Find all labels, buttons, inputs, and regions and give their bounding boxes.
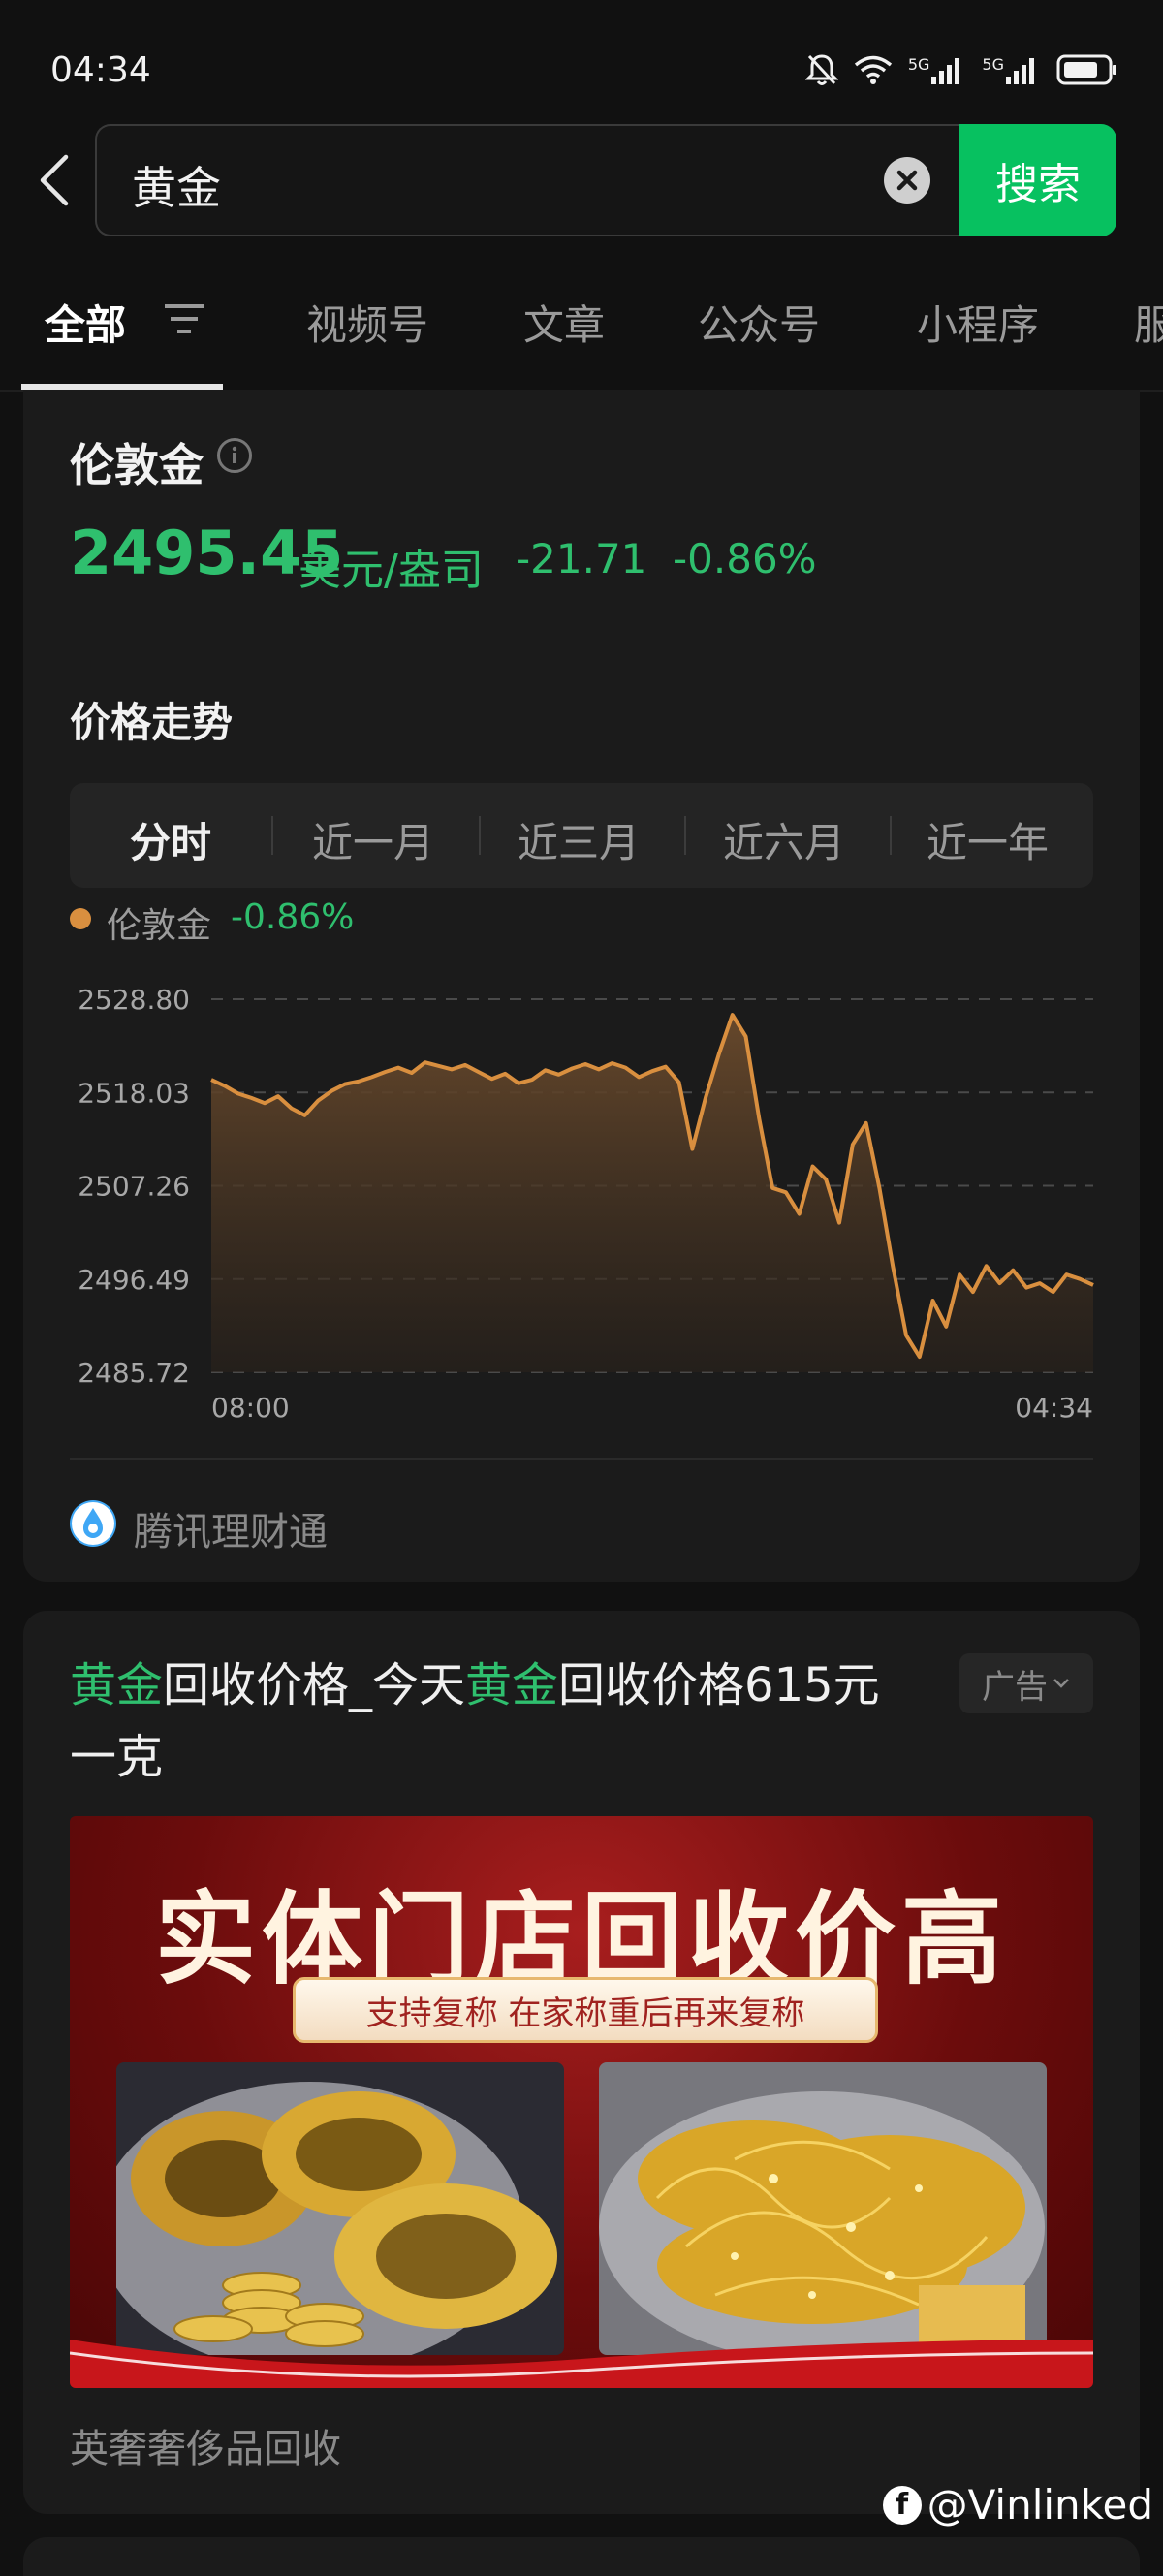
source-divider	[70, 1458, 1093, 1460]
filter-button[interactable]	[163, 302, 205, 341]
bell-off-icon	[804, 54, 838, 85]
ad-ribbon-decoration	[70, 2340, 1093, 2388]
chart-y-tick-label: 2485.72	[78, 1357, 190, 1389]
search-query[interactable]: 黄金	[132, 153, 221, 217]
range-1-month[interactable]: 近一月	[312, 810, 434, 869]
search-input[interactable]	[95, 124, 959, 236]
ad-image-subbanner: 支持复称 在家称重后再来复称	[293, 1977, 878, 2043]
price-change: -21.71	[516, 535, 647, 582]
ad-title[interactable]: 黄金回收价格_今天黄金回收价格615元一克	[70, 1649, 923, 1793]
range-6-months[interactable]: 近六月	[723, 810, 845, 869]
legend-dot	[70, 908, 91, 929]
ad-advertiser[interactable]: 英奢奢侈品回收	[70, 2417, 341, 2473]
trend-title: 价格走势	[70, 699, 234, 746]
close-icon	[896, 170, 918, 191]
tab-official-accounts[interactable]: 公众号	[698, 293, 820, 352]
ad-badge-label: 广告	[982, 1667, 1048, 1707]
chart-x-tick-label: 08:00	[211, 1392, 290, 1424]
tab-mini-programs[interactable]: 小程序	[917, 293, 1039, 352]
tab-video[interactable]: 视频号	[306, 293, 428, 352]
next-result-card[interactable]	[23, 2537, 1140, 2576]
facebook-icon: f	[882, 2485, 922, 2525]
wifi-icon	[854, 55, 892, 84]
ad-badge[interactable]: 广告	[959, 1653, 1093, 1713]
range-separator	[890, 816, 892, 855]
chart-x-tick-label: 04:34	[1015, 1392, 1093, 1424]
gold-jewelry-photo	[599, 2062, 1047, 2355]
tab-all[interactable]: 全部	[45, 293, 126, 352]
watermark: f @Vinlinked	[882, 2481, 1153, 2529]
price-unit: 美元/盎司	[299, 546, 484, 595]
range-separator	[479, 816, 481, 855]
price-chart[interactable]: 2528.80 2518.03 2507.26 2496.49 2485.72 08:0…	[0, 959, 1163, 1434]
signal-5g-icon: 5G	[982, 55, 1041, 84]
filter-icon	[165, 304, 204, 333]
legend-name: 伦敦金	[107, 906, 212, 946]
tencent-wealth-logo-icon	[70, 1500, 116, 1547]
chevron-left-icon	[40, 154, 69, 206]
range-1-year[interactable]: 近一年	[927, 810, 1049, 869]
ad-image[interactable]: 实体门店回收价高 支持复称 在家称重后再来复称	[70, 1816, 1093, 2388]
gold-bangles-photo	[116, 2062, 564, 2355]
clear-search-button[interactable]	[884, 157, 930, 204]
watermark-text: @Vinlinked	[927, 2481, 1153, 2529]
battery-icon	[1056, 54, 1116, 85]
chevron-down-icon	[1053, 1679, 1069, 1688]
back-button[interactable]	[33, 153, 79, 207]
ad-title-highlight: 黄金	[70, 1658, 164, 1712]
signal-5g-label: 5G	[907, 55, 930, 74]
chart-area-fill	[211, 1015, 1093, 1372]
gold-name: 伦敦金	[70, 439, 204, 491]
signal-5g-icon: 5G	[908, 55, 967, 84]
range-separator	[684, 816, 686, 855]
range-3-months[interactable]: 近三月	[518, 810, 640, 869]
status-icons: 5G 5G	[804, 52, 1118, 87]
tab-articles[interactable]: 文章	[523, 293, 605, 352]
data-source[interactable]: 腾讯理财通	[134, 1500, 328, 1556]
ad-title-highlight: 黄金	[465, 1658, 559, 1712]
range-intraday[interactable]: 分时	[130, 810, 211, 869]
status-time: 04:34	[50, 50, 151, 90]
chart-y-tick-label: 2496.49	[78, 1264, 190, 1296]
search-button[interactable]: 搜索	[959, 124, 1116, 236]
signal-5g-label: 5G	[982, 55, 1004, 74]
chart-y-tick-label: 2528.80	[78, 984, 190, 1016]
chart-y-tick-label: 2518.03	[78, 1077, 190, 1109]
legend-change-pct: -0.86%	[231, 897, 355, 937]
price-change-pct: -0.86%	[673, 535, 817, 582]
info-icon[interactable]	[217, 438, 252, 473]
ad-title-text: 回收价格_今天	[163, 1658, 466, 1712]
chart-y-tick-label: 2507.26	[78, 1171, 190, 1203]
range-separator	[271, 816, 273, 855]
tab-more[interactable]: 服	[1134, 293, 1163, 352]
